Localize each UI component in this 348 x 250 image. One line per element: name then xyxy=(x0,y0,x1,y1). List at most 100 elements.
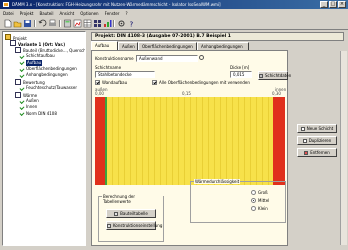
document-icon xyxy=(15,91,21,98)
settings-icon xyxy=(107,223,111,228)
help-icon[interactable]: ? xyxy=(127,19,136,29)
layer-name-input[interactable]: Stahlbetondecke xyxy=(95,71,155,78)
tree-item-label: Innen xyxy=(26,104,38,110)
table-icon xyxy=(114,211,119,216)
wall-structure-checkbox[interactable] xyxy=(95,80,100,85)
heat-transfer-group: Wärmedurchlässigkeit Groß Mittel Klein xyxy=(190,179,286,223)
close-button[interactable]: × xyxy=(338,1,346,8)
radio-medium[interactable] xyxy=(251,198,256,203)
toolbar-separator xyxy=(113,20,115,27)
insulation-layer[interactable] xyxy=(107,97,273,185)
delete-icon xyxy=(304,150,309,155)
new-layer-button[interactable]: Neue Schicht xyxy=(297,124,337,133)
new-icon[interactable] xyxy=(3,19,12,28)
project-tree[interactable]: Projekt Variante 1 (Ort: Var.) Bauteil (Br… xyxy=(2,31,86,246)
tree-item[interactable]: Bewertung xyxy=(15,78,45,85)
tree-item[interactable]: Bauteil (Bruttodicke..., Querschn..., Fl… xyxy=(15,46,85,53)
radio-medium-label: Mittel xyxy=(258,198,270,203)
checkmark-icon xyxy=(19,85,25,91)
checkmark-icon xyxy=(19,66,25,72)
outer-layer[interactable] xyxy=(95,97,105,185)
surface-conditions-label: Alle Oberflächenbedingungen mit verwende… xyxy=(159,80,250,85)
tree-item-label: Anhangbedingungen xyxy=(26,72,68,78)
checkmark-icon xyxy=(19,53,25,59)
scale-tick-1: 0,15 xyxy=(182,91,191,96)
chart-icon[interactable] xyxy=(103,19,112,28)
menu-view[interactable]: Ansicht xyxy=(56,9,77,18)
window-title: DÄMM 3.x - [Konstruktion: FGH-Heizungsro… xyxy=(12,2,221,7)
tree-item[interactable]: Innen xyxy=(19,104,38,110)
menu-window[interactable]: Fenster xyxy=(102,9,123,18)
tree-item[interactable]: Feuchteschutz/Tauwasser xyxy=(19,85,77,91)
construction-name-input[interactable]: Außenwand xyxy=(136,55,198,62)
diagram-icon[interactable] xyxy=(73,19,82,28)
tree-item[interactable]: Aufbau xyxy=(19,59,43,66)
document-icon xyxy=(15,78,21,85)
toolbar-separator xyxy=(59,20,61,27)
grid-icon[interactable] xyxy=(93,19,102,28)
tree-item-label: Aufbau xyxy=(26,59,43,66)
tree-item[interactable]: Oberflächenbedingungen xyxy=(19,66,77,72)
thickness-input[interactable]: 0,015 xyxy=(230,71,252,78)
menu-bar: Datei Projekt Bauteil Ansicht Optionen Fenste… xyxy=(0,9,348,18)
component-table-button[interactable]: Bauteiltabelle xyxy=(106,209,156,218)
thickness-label: Dicke [m] xyxy=(230,65,250,70)
tree-item[interactable]: Wärme xyxy=(15,91,37,98)
open-icon[interactable] xyxy=(13,19,22,28)
folder-icon xyxy=(5,34,11,40)
tree-item[interactable]: Schichtaufbau xyxy=(19,53,55,59)
wall-section-diagram[interactable] xyxy=(95,97,285,185)
aufbau-panel: Konstruktionsname Außenwand Schichtname … xyxy=(91,50,291,246)
project-title: Projekt: DIN 4108-3 (Ausgabe 07-2001) B.… xyxy=(91,32,344,41)
toolbar-separator xyxy=(34,20,36,27)
heat-transfer-group-title: Wärmedurchlässigkeit xyxy=(194,179,241,184)
duplicate-layer-button[interactable]: Duplizieren xyxy=(297,136,337,145)
document-icon xyxy=(10,40,16,47)
table-icon[interactable] xyxy=(83,19,92,28)
layer-data-button[interactable]: Schichtdaten xyxy=(258,71,291,80)
document-icon xyxy=(15,46,21,53)
svg-text:?: ? xyxy=(130,21,134,29)
app-icon xyxy=(3,2,9,7)
checkmark-icon xyxy=(19,72,25,78)
minimize-button[interactable]: _ xyxy=(320,1,328,8)
table-values-group-title: Berechnung der Tabellenwerte xyxy=(102,194,163,204)
radio-small-label: Klein xyxy=(258,206,268,211)
radio-large[interactable] xyxy=(251,190,256,195)
vertical-scrollbar[interactable] xyxy=(340,51,347,245)
settings-icon[interactable] xyxy=(117,19,126,28)
info-icon[interactable] xyxy=(199,55,204,60)
surface-conditions-checkbox[interactable] xyxy=(152,80,157,85)
tree-item[interactable]: Variante 1 (Ort: Var.) xyxy=(10,40,65,47)
calculator-icon[interactable] xyxy=(63,19,72,28)
tree-item[interactable]: Anhangbedingungen xyxy=(19,72,68,78)
toolbar: ? xyxy=(0,18,348,30)
construction-name-label: Konstruktionsname xyxy=(95,56,134,61)
maximize-button[interactable]: □ xyxy=(329,1,337,8)
radio-small[interactable] xyxy=(251,206,256,211)
menu-help[interactable]: ? xyxy=(122,9,130,18)
tree-item-label: Schichtaufbau xyxy=(26,53,55,59)
menu-project[interactable]: Projekt xyxy=(17,9,37,18)
table-values-group: Berechnung der Tabellenwerte Bauteiltabe… xyxy=(98,194,164,242)
print-icon[interactable] xyxy=(48,19,57,28)
tree-item[interactable]: Außen xyxy=(19,98,39,104)
save-icon[interactable] xyxy=(23,19,32,28)
tree-item[interactable]: Projekt xyxy=(5,34,27,41)
tree-item[interactable]: Norm DIN 4108 xyxy=(19,110,57,117)
layer-data-icon xyxy=(259,73,263,78)
scale-tick-2: 0,30 xyxy=(272,91,281,96)
remove-layer-button[interactable]: Entfernen xyxy=(297,148,337,157)
duplicate-icon xyxy=(302,138,307,143)
checkmark-icon xyxy=(19,111,25,117)
checkmark-icon xyxy=(19,60,25,66)
undo-icon[interactable] xyxy=(38,19,47,28)
tree-item-label: Außen xyxy=(26,98,39,103)
construction-settings-button[interactable]: Konstruktionseinstellung xyxy=(106,221,162,230)
menu-component[interactable]: Bauteil xyxy=(36,9,56,18)
tree-item-label: Norm DIN 4108 xyxy=(26,110,57,116)
layer-name-label: Schichtname xyxy=(95,65,122,70)
menu-file[interactable]: Datei xyxy=(0,9,17,18)
menu-options[interactable]: Optionen xyxy=(77,9,101,18)
inner-layer[interactable] xyxy=(273,97,285,185)
